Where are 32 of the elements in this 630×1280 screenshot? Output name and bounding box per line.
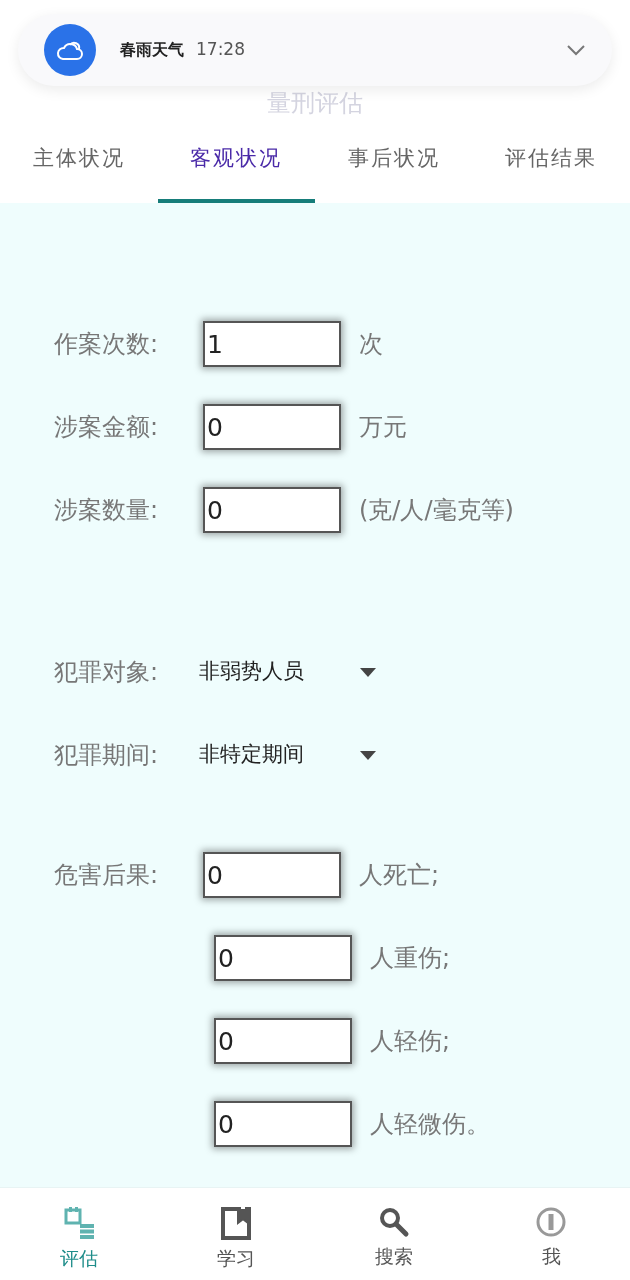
input-field[interactable]: 0 bbox=[214, 1101, 352, 1147]
unit-label: 万元 bbox=[359, 412, 407, 443]
app-name: 春雨天气 bbox=[120, 39, 184, 61]
unit-label: 人死亡; bbox=[359, 860, 440, 891]
input-field[interactable]: 0 bbox=[214, 1018, 352, 1064]
unit-label: 人轻伤; bbox=[370, 1026, 451, 1057]
chevron-down-icon[interactable] bbox=[566, 44, 586, 56]
field-label: 犯罪对象: bbox=[54, 657, 160, 688]
input-field[interactable]: 1 bbox=[203, 321, 341, 367]
field-label: 犯罪期间: bbox=[54, 740, 160, 771]
input-field[interactable]: 0 bbox=[203, 404, 341, 450]
field-label: 涉案数量: bbox=[54, 495, 160, 526]
unit-label: 人重伤; bbox=[370, 943, 451, 974]
unit-label: (克/人/毫克等) bbox=[359, 495, 514, 526]
dropdown[interactable]: 非特定期间 bbox=[199, 739, 376, 771]
weather-app-icon bbox=[44, 24, 96, 76]
field-label: 危害后果: bbox=[54, 860, 160, 891]
power-icon bbox=[535, 1206, 568, 1238]
input-field[interactable]: 0 bbox=[203, 852, 341, 898]
search-icon bbox=[377, 1206, 410, 1238]
bookmark-book-icon bbox=[220, 1206, 253, 1240]
caret-icon bbox=[360, 667, 376, 677]
field-label: 涉案金额: bbox=[54, 412, 160, 443]
caret-icon bbox=[360, 750, 376, 760]
unit-label: 次 bbox=[359, 329, 383, 360]
input-field[interactable]: 0 bbox=[214, 935, 352, 981]
input-field[interactable]: 0 bbox=[203, 487, 341, 533]
field-label: 作案次数: bbox=[54, 329, 160, 360]
dropdown[interactable]: 非弱势人员 bbox=[199, 656, 376, 688]
unit-label: 人轻微伤。 bbox=[370, 1109, 490, 1140]
notification-time: 17:28 bbox=[196, 38, 245, 62]
notification-banner[interactable]: 春雨天气 17:28 bbox=[18, 14, 612, 86]
